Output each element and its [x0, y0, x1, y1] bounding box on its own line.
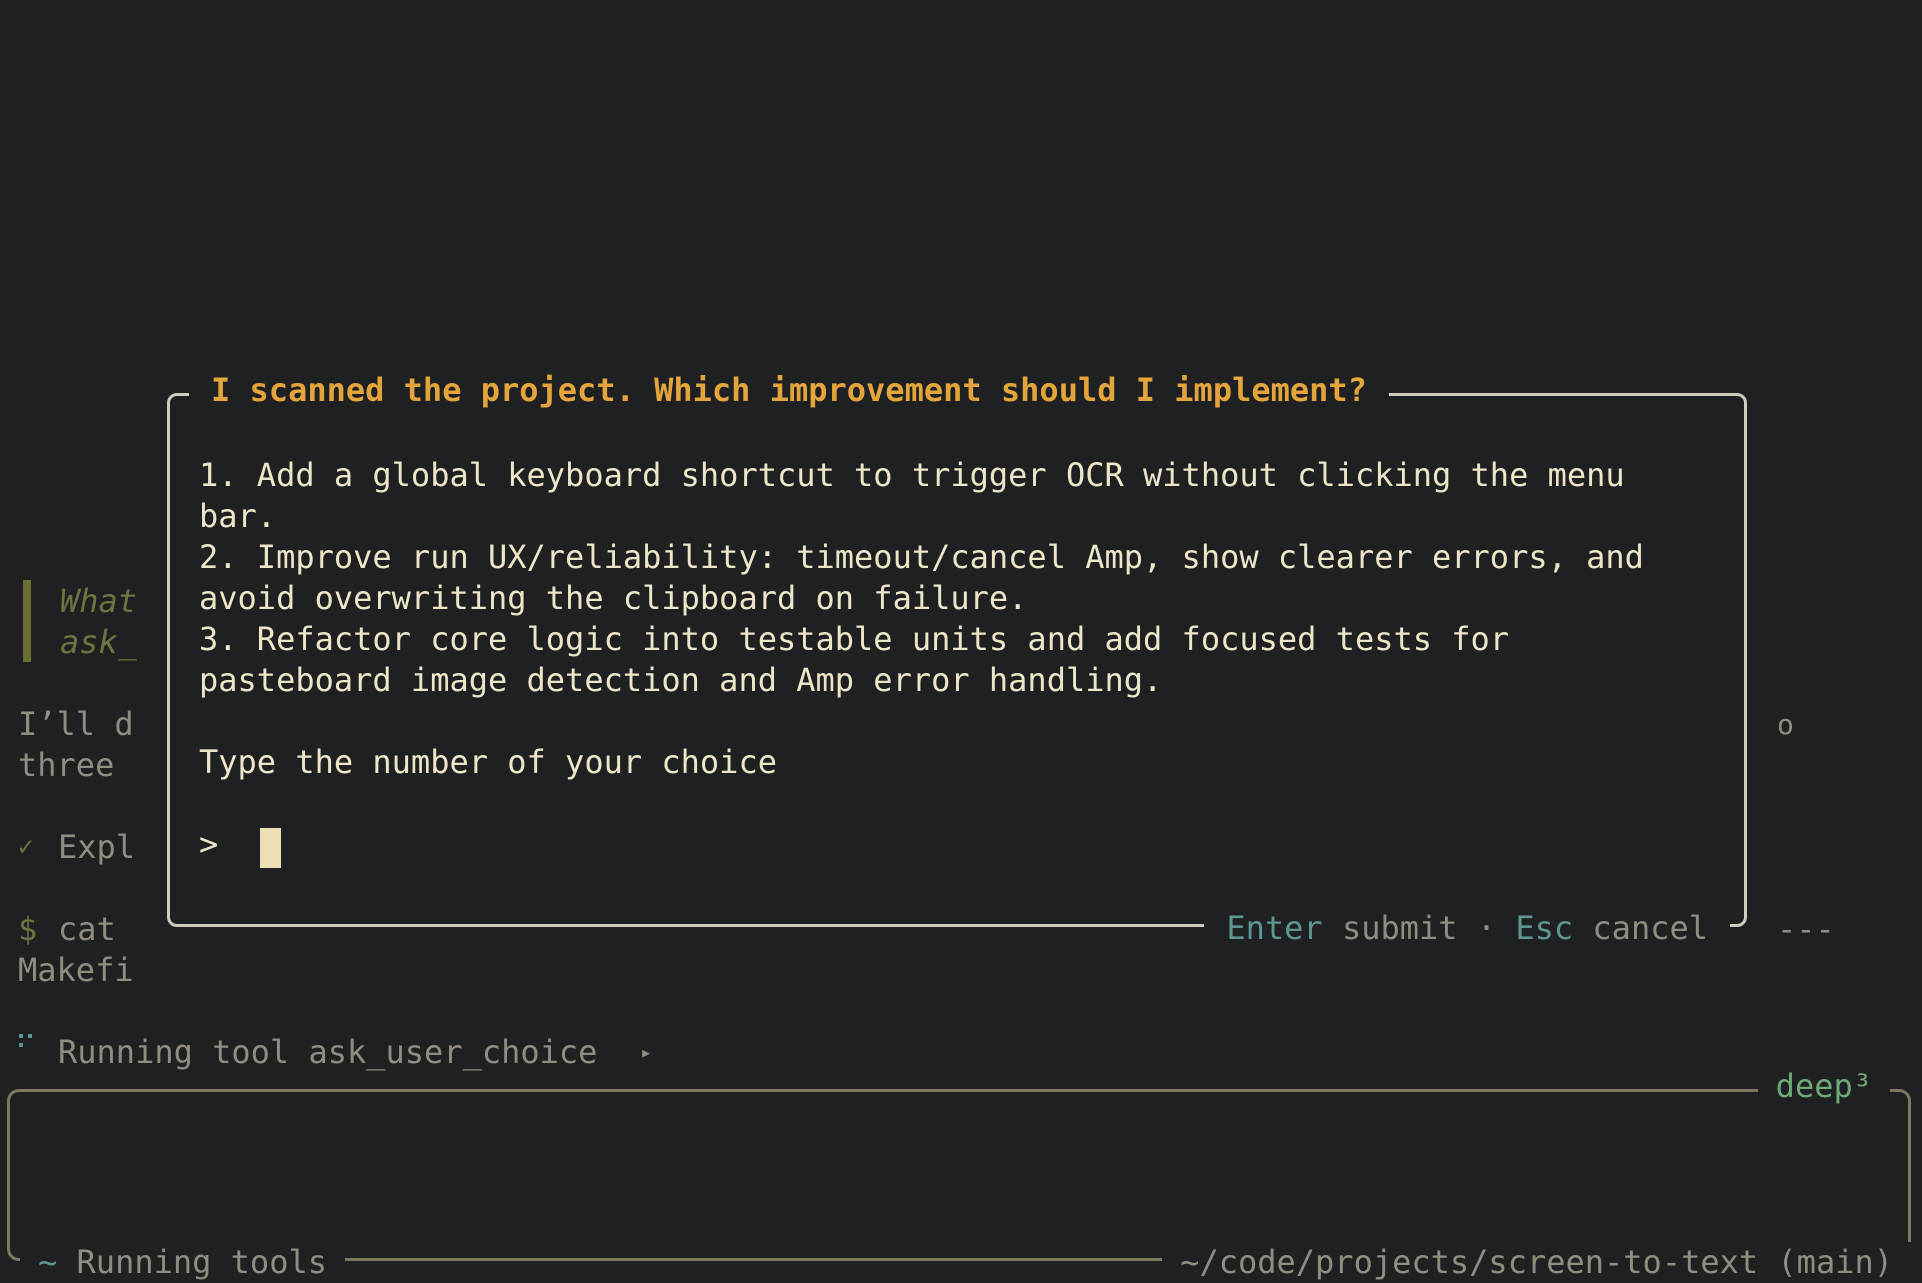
cancel-label[interactable]: cancel [1592, 909, 1708, 947]
tilde-icon: ~ [38, 1243, 58, 1281]
shell-command: cat [58, 910, 116, 948]
running-tools-label: Running tools [76, 1243, 327, 1281]
enter-key-hint[interactable]: Enter [1226, 909, 1322, 947]
esc-key-hint[interactable]: Esc [1515, 909, 1573, 947]
expand-icon[interactable]: ▸ [640, 1032, 652, 1073]
input-status: ~ Running tools [20, 1242, 345, 1283]
input-prompt-icon: > [199, 825, 219, 863]
background-divider: --- [1777, 910, 1835, 948]
text-cursor [260, 828, 281, 868]
spinner-icon [19, 1034, 35, 1050]
choice-dialog: I scanned the project. Which improvement… [167, 370, 1747, 949]
mode-badge: deep³ [1757, 1066, 1890, 1107]
footer-separator: · [1476, 909, 1497, 947]
submit-label[interactable]: submit [1342, 909, 1458, 947]
background-fragment: o [1777, 708, 1794, 741]
option-2-line: 2. Improve run UX/reliability: timeout/c… [199, 538, 1644, 576]
check-icon: ✓ [18, 832, 34, 862]
shell-prompt-icon: $ [18, 910, 38, 948]
quote-text-line: ask_ [60, 623, 138, 661]
option-3-line: 3. Refactor core logic into testable uni… [199, 620, 1510, 658]
chat-input-box[interactable]: deep³ ~ Running tools ~/code/projects/sc… [7, 1066, 1911, 1283]
dialog-instruction: Type the number of your choice [199, 743, 777, 781]
working-directory: ~/code/projects/screen-to-text (main) [1162, 1242, 1911, 1283]
option-3-line: pasteboard image detection and Amp error… [199, 661, 1163, 699]
shell-output-line: Makefi [18, 951, 134, 989]
option-1-line: 1. Add a global keyboard shortcut to tri… [199, 456, 1625, 494]
assistant-message-line: three [18, 746, 115, 784]
dialog-title: I scanned the project. Which improvement… [189, 370, 1389, 411]
running-tool-status: Running tool ask_user_choice [58, 1033, 598, 1071]
assistant-message-line: I’ll d [18, 705, 134, 743]
option-1-line: bar. [199, 497, 277, 535]
tool-result-text: Expl [58, 828, 136, 866]
option-2-line: avoid overwriting the clipboard on failu… [199, 579, 1028, 617]
quote-text-line: What [60, 582, 138, 620]
quote-bar [23, 580, 31, 662]
dialog-footer: Enter submit · Esc cancel [1204, 908, 1730, 949]
